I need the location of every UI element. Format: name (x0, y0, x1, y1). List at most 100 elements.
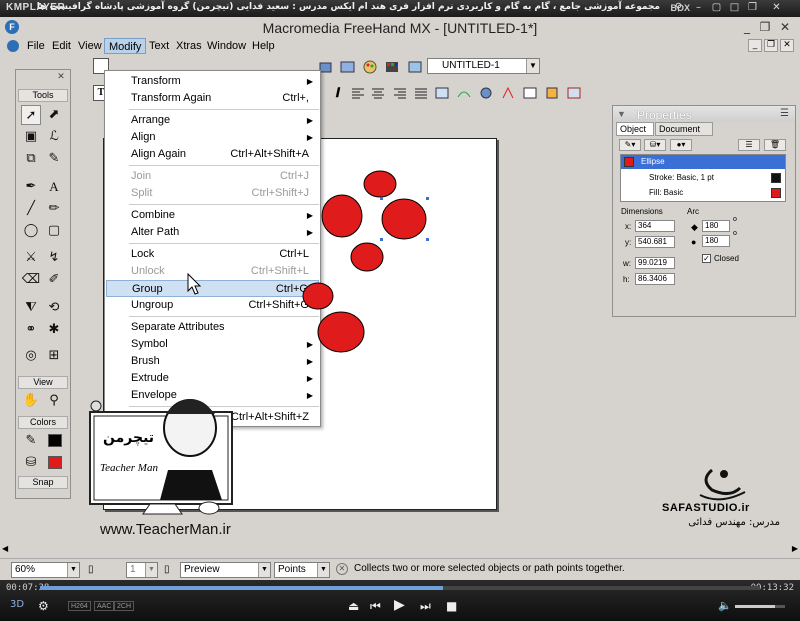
menu-item-group[interactable]: Group Ctrl+G (106, 280, 319, 297)
volume-slider[interactable] (735, 605, 785, 608)
color-mixer-icon[interactable] (362, 59, 378, 75)
lasso-tool-icon[interactable]: ℒ (44, 127, 64, 147)
rotate-tool-icon[interactable]: ⟲ (44, 298, 64, 318)
previous-icon[interactable]: ⏮ (370, 599, 381, 614)
trash-icon[interactable]: 🗑 (764, 139, 786, 151)
menu-item-brush[interactable]: Brush ▶ (106, 353, 319, 370)
3d-icon[interactable]: 3D (10, 599, 24, 610)
tab-document[interactable]: Document (655, 122, 713, 136)
y-field[interactable]: 540.681 (635, 236, 675, 248)
scroll-left-icon[interactable]: ◀ (2, 544, 8, 553)
units-select[interactable]: Points ▼ (274, 562, 330, 578)
arc-start-field[interactable]: 180 (702, 220, 730, 232)
knife-tool-icon[interactable]: ⚔ (21, 248, 41, 268)
horizontal-scrollbar[interactable]: ◀ ▶ (0, 542, 800, 558)
freeform-tool-icon[interactable]: ↯ (44, 248, 64, 268)
attach-to-path-icon[interactable] (456, 85, 472, 101)
minimize-icon[interactable]: _ (738, 19, 756, 35)
graphic-hose-tool-icon[interactable]: ✱ (44, 320, 64, 340)
menu-item-ungroup[interactable]: Ungroup Ctrl+Shift+G (106, 297, 319, 314)
menu-item-align[interactable]: Align ▶ (106, 129, 319, 146)
menu-text[interactable]: Text (145, 38, 173, 54)
library-icon[interactable] (340, 59, 356, 75)
justify-icon[interactable] (413, 85, 429, 101)
menu-xtras[interactable]: Xtras (172, 38, 206, 54)
close-icon[interactable]: ✕ (776, 19, 794, 35)
eyedropper-tool-icon[interactable]: ✎ (44, 149, 64, 169)
h-field[interactable]: 86.3406 (635, 273, 675, 285)
menu-help[interactable]: Help (248, 38, 279, 54)
doc-minimize-icon[interactable]: _ (748, 39, 762, 52)
object-list-item[interactable]: Stroke: Basic, 1 pt (621, 171, 785, 185)
convert-to-paths-icon[interactable] (500, 85, 516, 101)
page-tool-icon[interactable]: ▣ (21, 127, 41, 147)
tab-object[interactable]: Object (616, 122, 654, 136)
menu-item-symbol[interactable]: Symbol ▶ (106, 336, 319, 353)
document-menu-icon[interactable] (3, 38, 19, 54)
menu-edit[interactable]: Edit (48, 38, 75, 54)
italic-icon[interactable]: 𝑰 (330, 85, 346, 101)
blend-tool-icon[interactable]: ◎ (21, 346, 41, 366)
collapse-arrow-icon[interactable]: ▼ (617, 109, 626, 119)
ellipse-tool-icon[interactable]: ◯ (21, 221, 41, 241)
stop-square-icon[interactable]: ■ (446, 599, 457, 613)
view-mode-select[interactable]: Preview ▼ (180, 562, 271, 578)
menu-item-transform-again[interactable]: Transform Again Ctrl+, (106, 90, 319, 107)
menu-item-combine[interactable]: Combine ▶ (106, 207, 319, 224)
pencil-tool-icon[interactable]: ✏ (44, 199, 64, 219)
fill-color-swatch[interactable] (48, 456, 62, 469)
panel-close-icon[interactable]: ✕ (55, 71, 67, 83)
doc-close-icon[interactable]: ✕ (780, 39, 794, 52)
player-minimize-icon[interactable]: – (692, 2, 705, 14)
menu-window[interactable]: Window (203, 38, 250, 54)
text-wrap-icon[interactable] (544, 85, 560, 101)
stroke-color-icon[interactable]: ✎ (21, 431, 41, 451)
next-page-icon[interactable]: ▯ (164, 564, 170, 575)
object-list-item[interactable]: Fill: Basic (621, 186, 785, 200)
line-tool-icon[interactable]: ╱ (21, 199, 41, 219)
menu-item-envelope[interactable]: Envelope ▶ (106, 387, 319, 404)
fill-color-icon[interactable]: ⛁ (21, 453, 41, 473)
menu-item-separate-attributes[interactable]: Separate Attributes (106, 319, 319, 336)
stop-icon[interactable]: ⏏ (348, 599, 359, 613)
pin-icon[interactable]: ⚲ (672, 2, 685, 14)
pointer-tool-icon[interactable]: ➚ (21, 105, 41, 125)
play-icon[interactable]: ▶ (394, 597, 405, 613)
menu-item-arrange[interactable]: Arrange ▶ (106, 112, 319, 129)
prev-page-icon[interactable]: ▯ (88, 564, 94, 575)
align-center-icon[interactable] (370, 85, 386, 101)
menu-item-extrude[interactable]: Extrude ▶ (106, 370, 319, 387)
flow-inside-path-icon[interactable] (478, 85, 494, 101)
trace-tool-icon[interactable]: ✐ (44, 270, 64, 290)
menu-item-lock[interactable]: Lock Ctrl+L (106, 246, 319, 263)
text-columns-icon[interactable] (434, 85, 450, 101)
menu-item-align-again[interactable]: Align Again Ctrl+Alt+Shift+A (106, 146, 319, 163)
volume-icon[interactable]: 🔈 (718, 599, 732, 612)
player-restore-icon[interactable]: ❐ (746, 2, 759, 14)
cancel-icon[interactable]: ✕ (336, 563, 348, 575)
document-select[interactable]: UNTITLED-1 ▼ (427, 58, 540, 74)
menu-item-convert[interactable]: Convert Ctrl+Alt+Shift+Z (106, 409, 319, 426)
player-options-icon[interactable]: ▢ (710, 2, 723, 14)
scroll-right-icon[interactable]: ▶ (792, 544, 798, 553)
text-tool-icon[interactable]: A (44, 177, 64, 197)
zoom-tool-icon[interactable]: ⚲ (44, 391, 64, 411)
menu-modify[interactable]: Modify (104, 38, 147, 54)
menu-item-transform[interactable]: Transform ▶ (106, 73, 319, 90)
add-effect-icon[interactable]: ●▾ (670, 139, 692, 151)
align-panel-icon[interactable] (407, 59, 423, 75)
panel-menu-icon[interactable]: ☰ (780, 108, 789, 119)
add-fill-icon[interactable]: ⛁▾ (644, 139, 666, 151)
w-field[interactable]: 99.0219 (635, 257, 675, 269)
eraser-tool-icon[interactable]: ⌫ (21, 270, 41, 290)
pen-tool-icon[interactable]: ✒ (21, 177, 41, 197)
add-stroke-icon[interactable]: ✎▾ (619, 139, 641, 151)
object-list-item[interactable]: Ellipse (621, 155, 785, 169)
closed-checkbox[interactable]: ✓ (702, 254, 711, 263)
arc-end-field[interactable]: 180 (702, 235, 730, 247)
align-left-icon[interactable] (350, 85, 366, 101)
scale-tool-icon[interactable]: ⧉ (21, 149, 41, 169)
doc-restore-icon[interactable]: ❐ (764, 39, 778, 52)
stroke-color-swatch[interactable] (48, 434, 62, 447)
rectangle-tool-icon[interactable]: ▢ (44, 221, 64, 241)
